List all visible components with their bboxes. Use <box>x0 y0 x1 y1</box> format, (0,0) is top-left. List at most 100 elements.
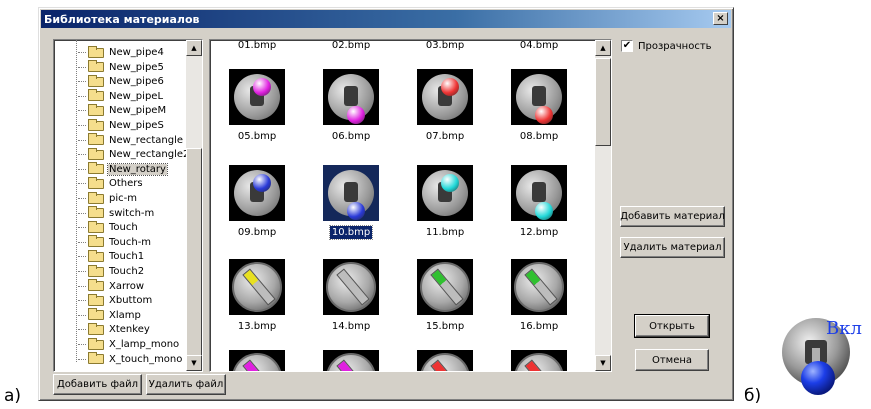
gallery-item-caption: 05.bmp <box>237 131 277 142</box>
tree-connector <box>78 110 86 112</box>
gallery-item[interactable]: 16.bmp <box>494 259 584 333</box>
switch-knob <box>441 78 459 96</box>
tree-item[interactable]: Touch-m <box>78 235 152 249</box>
gallery-item[interactable]: 10.bmp <box>306 165 396 240</box>
rotary-lever <box>336 359 370 371</box>
tree-item[interactable]: New_pipe5 <box>78 60 165 74</box>
tree-connector <box>78 241 86 243</box>
add-file-button[interactable]: Добавить файл <box>53 374 142 395</box>
gallery-item[interactable]: 15.bmp <box>400 259 490 333</box>
tree-item[interactable]: Others <box>78 176 144 190</box>
tree-connector <box>78 81 86 83</box>
switch-knob <box>253 174 271 192</box>
tree-item[interactable]: Xlamp <box>78 308 142 322</box>
gallery-item-partial[interactable] <box>306 350 396 371</box>
rotary-switch-icon <box>417 350 473 371</box>
close-button[interactable]: × <box>713 12 728 25</box>
toggle-switch-preview-icon: Вкл <box>782 318 862 395</box>
rotary-lever <box>336 268 370 306</box>
tree-item[interactable]: New_pipeM <box>78 103 167 117</box>
tree-connector <box>78 52 86 53</box>
tree-item[interactable]: New_rectangle <box>78 133 184 147</box>
transparency-checkbox[interactable]: ✔ Прозрачность <box>621 40 712 52</box>
folder-icon <box>88 176 104 189</box>
tree-item[interactable]: switch-m <box>78 206 155 220</box>
tree-connector <box>78 344 86 345</box>
tree-connector <box>78 227 86 229</box>
tree-item-label: Touch2 <box>109 266 145 277</box>
tree-item-label: New_pipe6 <box>109 76 164 88</box>
tree-scrollbar[interactable]: ▲ ▼ <box>186 40 202 371</box>
tree-connector <box>78 329 86 331</box>
gallery-item-partial[interactable] <box>400 350 490 371</box>
rotary-base <box>420 262 470 312</box>
gallery-item[interactable]: 08.bmp <box>494 69 584 143</box>
scroll-thumb[interactable] <box>595 58 611 146</box>
tree-item[interactable]: Xtenkey <box>78 322 151 336</box>
switch-knob <box>441 174 459 192</box>
figure-label-b: б) <box>744 386 762 406</box>
folder-icon <box>88 147 104 160</box>
preview-image: Вкл <box>778 310 868 404</box>
gallery-item[interactable]: 09.bmp <box>212 165 302 239</box>
tree-item[interactable]: New_rectangle2 <box>78 147 190 161</box>
tree-item[interactable]: New_rotary <box>78 162 168 176</box>
scroll-down-button[interactable]: ▼ <box>595 355 611 371</box>
toggle-switch-icon <box>511 69 567 125</box>
gallery-item-partial[interactable]: 03.bmp <box>400 40 490 52</box>
scroll-down-button[interactable]: ▼ <box>186 355 202 371</box>
gallery-item[interactable]: 07.bmp <box>400 69 490 143</box>
scroll-up-icon: ▲ <box>600 44 606 52</box>
cancel-button[interactable]: Отмена <box>635 349 709 371</box>
gallery-scrollbar[interactable]: ▲ ▼ <box>595 40 611 371</box>
scroll-down-icon: ▼ <box>600 359 606 367</box>
gallery-item-partial[interactable]: 01.bmp <box>212 40 302 52</box>
gallery-item-caption: 03.bmp <box>425 40 465 51</box>
folder-icon <box>88 235 104 248</box>
gallery-item-partial[interactable]: 02.bmp <box>306 40 396 52</box>
tree-item-label: New_pipeS <box>109 120 164 131</box>
switch-base <box>516 170 562 220</box>
delete-file-button[interactable]: Удалить файл <box>146 374 226 395</box>
rotary-lever <box>242 268 276 306</box>
tree-item[interactable]: New_pipeL <box>78 89 164 103</box>
folder-icon <box>88 279 104 292</box>
tree-item[interactable]: X_touch_mono <box>78 352 183 366</box>
rotary-switch-icon <box>323 259 379 315</box>
gallery-item[interactable]: 11.bmp <box>400 165 490 239</box>
checkbox-box[interactable]: ✔ <box>621 40 633 52</box>
tree-item[interactable]: New_pipe6 <box>78 74 165 88</box>
open-button[interactable]: Открыть <box>634 314 710 338</box>
gallery-item[interactable]: 05.bmp <box>212 69 302 143</box>
tree-item-label: New_pipe4 <box>109 47 164 58</box>
scroll-up-button[interactable]: ▲ <box>186 40 202 56</box>
delete-material-button[interactable]: Удалить материал <box>620 237 725 258</box>
gallery-item-partial[interactable]: 04.bmp <box>494 40 584 52</box>
tree-item[interactable]: Xarrow <box>78 279 145 293</box>
gallery-item[interactable]: 06.bmp <box>306 69 396 143</box>
tree-item[interactable]: Touch2 <box>78 264 145 278</box>
material-library-dialog: Библиотека материалов × New_pipe4 New_pip… <box>38 7 734 401</box>
gallery-item[interactable]: 12.bmp <box>494 165 584 239</box>
rotary-lever <box>430 268 464 306</box>
add-material-button[interactable]: Добавить материал <box>620 206 725 227</box>
scroll-thumb[interactable] <box>186 148 202 360</box>
folder-icon <box>88 337 104 350</box>
scroll-up-button[interactable]: ▲ <box>595 40 611 56</box>
gallery-item-caption: 13.bmp <box>237 321 277 332</box>
gallery-item[interactable]: 14.bmp <box>306 259 396 333</box>
tree-item[interactable]: Touch1 <box>78 249 145 263</box>
tree-item[interactable]: New_pipeS <box>78 118 165 132</box>
folder-icon <box>88 308 104 321</box>
gallery-item-partial[interactable] <box>212 350 302 371</box>
tree-item[interactable]: Xbuttom <box>78 293 153 307</box>
gallery-item[interactable]: 13.bmp <box>212 259 302 333</box>
tree-connector <box>78 271 86 272</box>
tree-item[interactable]: New_pipe4 <box>78 45 165 59</box>
tree-item-label: Xlamp <box>109 309 141 321</box>
tree-connector <box>78 95 86 97</box>
tree-item[interactable]: pic-m <box>78 191 138 205</box>
gallery-item-partial[interactable] <box>494 350 584 371</box>
tree-item[interactable]: X_lamp_mono <box>78 337 180 351</box>
tree-item[interactable]: Touch <box>78 220 139 234</box>
